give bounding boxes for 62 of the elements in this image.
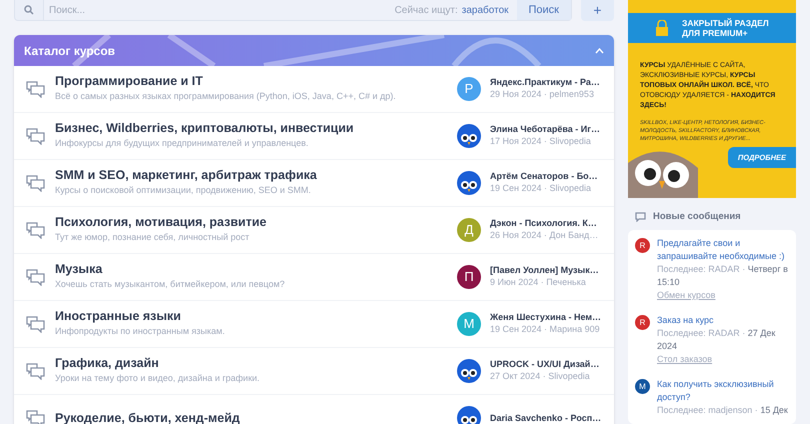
last-post-meta: 19 Сен 2024 · Slivopedia: [490, 182, 592, 196]
last-post-meta: 27 Окт 2024 · Slivopedia: [490, 370, 591, 384]
last-post-meta: 29 Ноя 2024 · pelmen953: [490, 88, 595, 102]
last-post-meta: 26 Ноя 2024 · Дон Банд…: [490, 229, 598, 242]
letter-avatar: R: [635, 315, 650, 330]
chat-bubble-icon: [635, 212, 646, 222]
collapse-chevron-icon[interactable]: [595, 48, 604, 54]
forum-description: Всё о самых разных языках программирования (Python, iOS, Java, C++, C# и др).: [55, 90, 397, 104]
letter-avatar: М: [457, 312, 481, 336]
search-bar[interactable]: Поиск... Сейчас ищут: заработок Поиск: [14, 0, 572, 21]
last-post-meta: 19 Сен 2024 · Марина 909: [490, 323, 601, 336]
last-post-title-link[interactable]: Дэкон - Психология. К…: [490, 217, 598, 230]
last-post-title-link[interactable]: Женя Шестухина - Нем…: [490, 311, 602, 324]
chat-bubbles-icon: [26, 362, 45, 380]
forum-description: Уроки на тему фото и видео, дизайна и графики.: [55, 372, 261, 386]
search-icon: [24, 5, 34, 15]
last-post-title-link[interactable]: Яндекс.Практикум - Ра…: [490, 76, 600, 88]
new-messages-title: Новые сообщения: [653, 210, 741, 224]
forum-description: Тут же юмор, познание себя, личностный рост: [55, 231, 250, 244]
thread-title-link[interactable]: Как получить эксклюзивный доступ?: [657, 378, 789, 404]
letter-avatar: R: [635, 238, 650, 253]
forum-title-link[interactable]: Бизнес, Wildberries, криптовалюты, инвестиции: [55, 121, 457, 136]
chat-bubbles-icon: [26, 174, 45, 192]
forum-description: Курсы о поисковой оптимизации, продвижению, SEO и SMM.: [55, 184, 312, 198]
last-post-meta: 17 Ноя 2024 · Slivopedia: [490, 135, 592, 148]
last-post-title-link[interactable]: [Павел Уоллен] Музык…: [490, 264, 599, 276]
forum-title-link[interactable]: Иностранные языки: [55, 309, 457, 324]
thread-meta: Последнее: madjenson · 15 Дек: [657, 404, 789, 417]
forum-title-link[interactable]: Графика, дизайн: [55, 356, 457, 372]
letter-avatar: P: [457, 77, 481, 101]
last-post-title-link[interactable]: Артём Сенаторов - Бо…: [490, 170, 598, 182]
letter-avatar: M: [635, 379, 650, 394]
forum-description: Инфопродукты по иностранным языкам.: [55, 325, 226, 338]
forum-title-link[interactable]: Рукоделие, бьюти, хенд-мейд: [55, 410, 457, 424]
last-post-title-link[interactable]: UPROCK - UX/UI Дизай…: [490, 358, 600, 370]
banner-heading: ДЛЯ PREMIUM+: [682, 28, 748, 38]
last-post-meta: 9 Июн 2024 · Печенька: [490, 276, 587, 290]
chat-bubbles-icon: [26, 80, 45, 98]
forum-title-link[interactable]: Психология, мотивация, развитие: [55, 215, 457, 230]
thread-meta: Последнее: RADAR · Четверг в 15:10: [657, 263, 789, 289]
banner-heading: ЗАКРЫТЫЙ РАЗДЕЛ: [682, 18, 769, 28]
forum-description: Инфокурсы для будущих предпринимателей и управленцев.: [55, 137, 310, 150]
thread-title-link[interactable]: Предлагайте свои и запрашивайте необходимые :): [657, 237, 789, 263]
chat-bubbles-icon: [26, 128, 45, 144]
chat-bubbles-icon: [26, 316, 45, 332]
last-post-title-link[interactable]: Daria Savchenko - Росп…: [490, 412, 602, 424]
chat-bubbles-icon: [26, 268, 45, 286]
letter-avatar: П: [457, 265, 481, 289]
letter-avatar: Д: [457, 218, 481, 242]
last-post-title-link[interactable]: Элина Чеботарёва - Иг…: [490, 123, 600, 136]
catalog-title: Каталог курсов: [24, 42, 116, 60]
lock-icon: [654, 20, 670, 36]
premium-banner[interactable]: [628, 0, 796, 198]
forum-description: Хочешь стать музыкантом, битмейкером, или певцом?: [55, 278, 286, 292]
chat-bubbles-icon: [26, 222, 45, 238]
thread-title-link[interactable]: Заказ на курс: [657, 314, 789, 327]
forum-title-link[interactable]: SMM и SEO, маркетинг, арбитраж трафика: [55, 168, 457, 184]
add-button[interactable]: +: [581, 0, 614, 21]
search-button[interactable]: Поиск: [516, 0, 571, 20]
forum-title-link[interactable]: Программирование и IT: [55, 74, 457, 90]
thread-meta: Последнее: RADAR · 27 Дек 2024: [657, 327, 776, 353]
forum-title-link[interactable]: Музыка: [55, 262, 457, 278]
